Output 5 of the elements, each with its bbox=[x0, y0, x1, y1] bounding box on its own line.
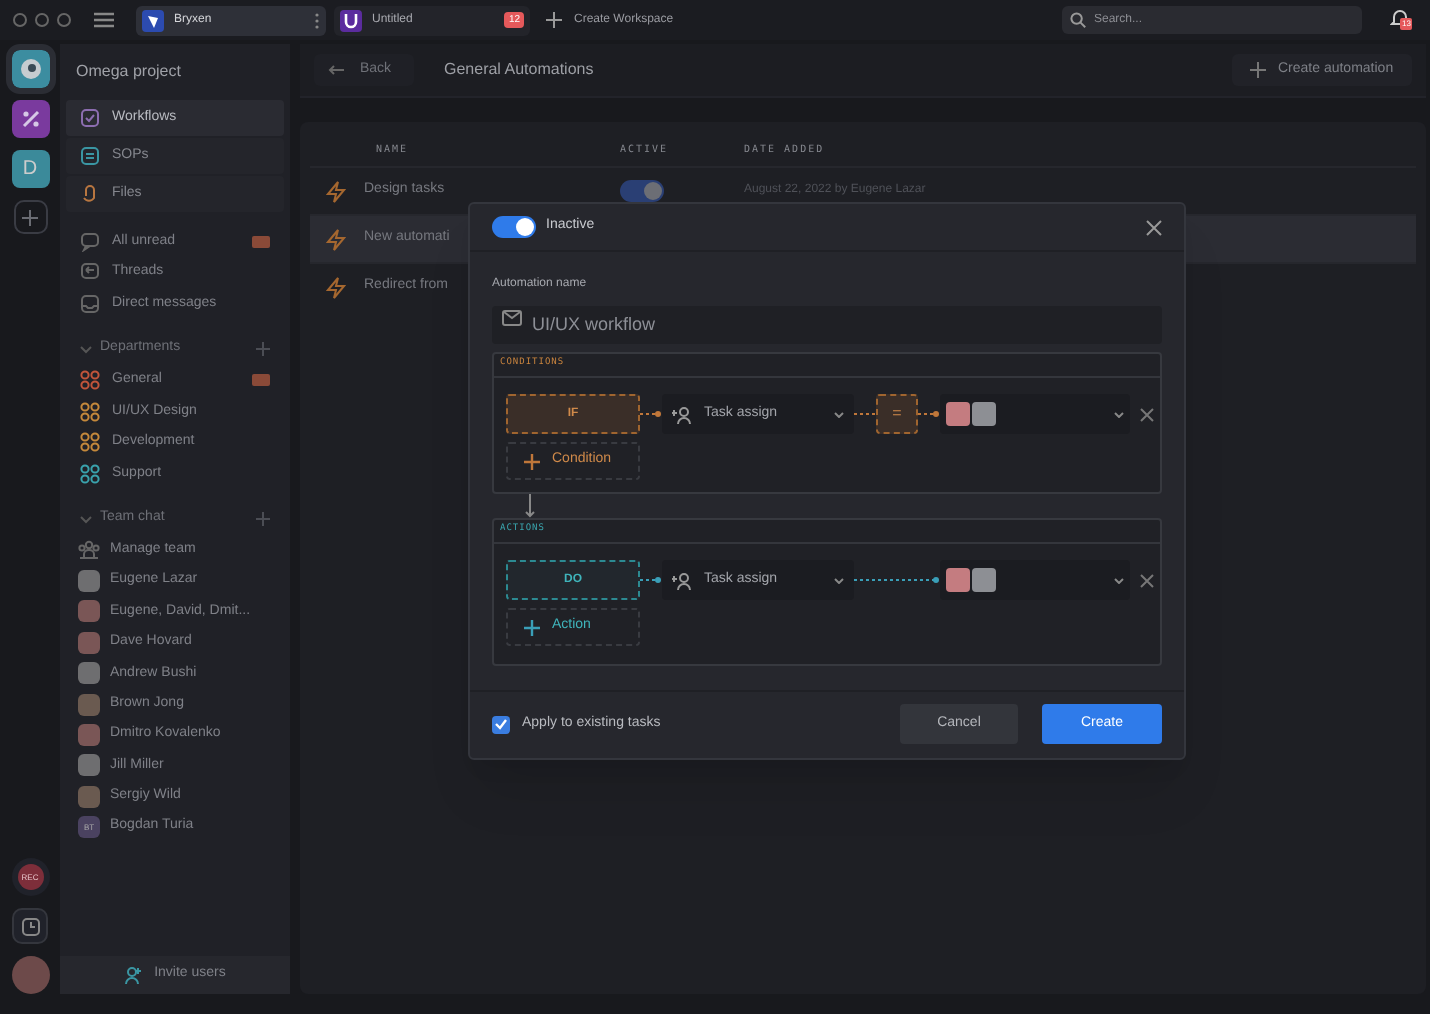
automation-name-field[interactable]: UI/UX workflow bbox=[492, 305, 1162, 343]
workspace-avatar[interactable]: D bbox=[11, 150, 49, 188]
page-title: General Automations bbox=[444, 58, 596, 82]
operator-select[interactable]: = bbox=[876, 394, 918, 434]
project-name: Omega project bbox=[74, 60, 183, 84]
